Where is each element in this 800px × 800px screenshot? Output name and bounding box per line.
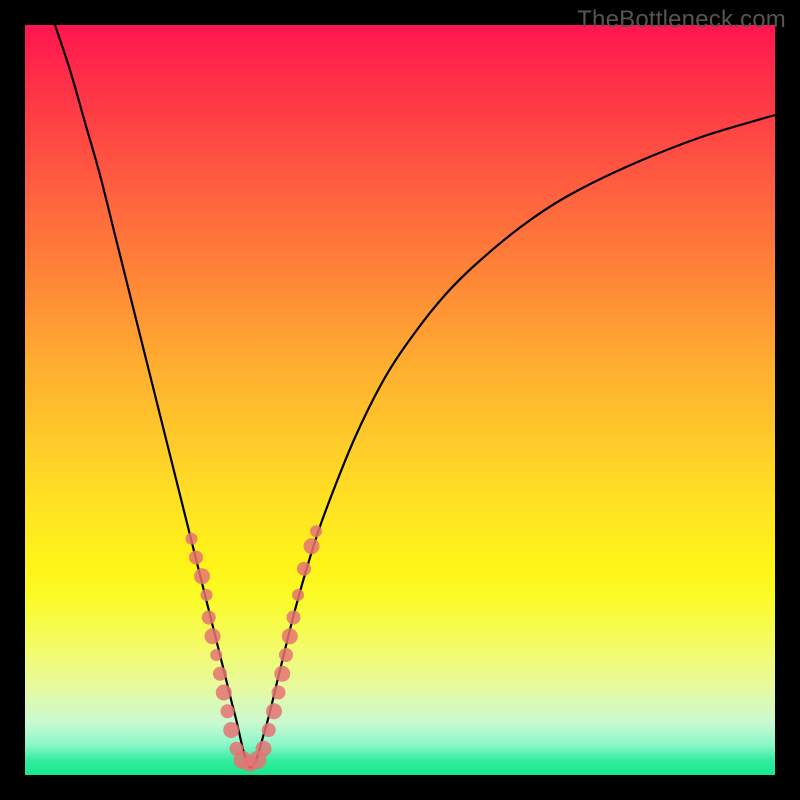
data-point [201, 589, 213, 601]
data-point [221, 704, 235, 718]
data-point [282, 628, 298, 644]
plot-area [25, 25, 775, 775]
data-point [186, 533, 198, 545]
data-point [272, 686, 286, 700]
data-point [216, 685, 232, 701]
data-point [205, 628, 221, 644]
bottleneck-curve [55, 25, 775, 768]
data-point [287, 611, 301, 625]
data-point [202, 611, 216, 625]
data-point [223, 722, 239, 738]
data-point [274, 666, 290, 682]
watermark-text: TheBottleneck.com [577, 6, 786, 34]
data-point [310, 525, 322, 537]
data-point [262, 723, 276, 737]
data-point [256, 741, 272, 757]
data-point [292, 589, 304, 601]
data-point [279, 648, 293, 662]
data-point [213, 667, 227, 681]
data-point [297, 562, 311, 576]
data-points-group [186, 525, 323, 772]
data-point [304, 538, 320, 554]
chart-svg [25, 25, 775, 775]
data-point [266, 703, 282, 719]
data-point [210, 649, 222, 661]
data-point [189, 551, 203, 565]
data-point [194, 568, 210, 584]
